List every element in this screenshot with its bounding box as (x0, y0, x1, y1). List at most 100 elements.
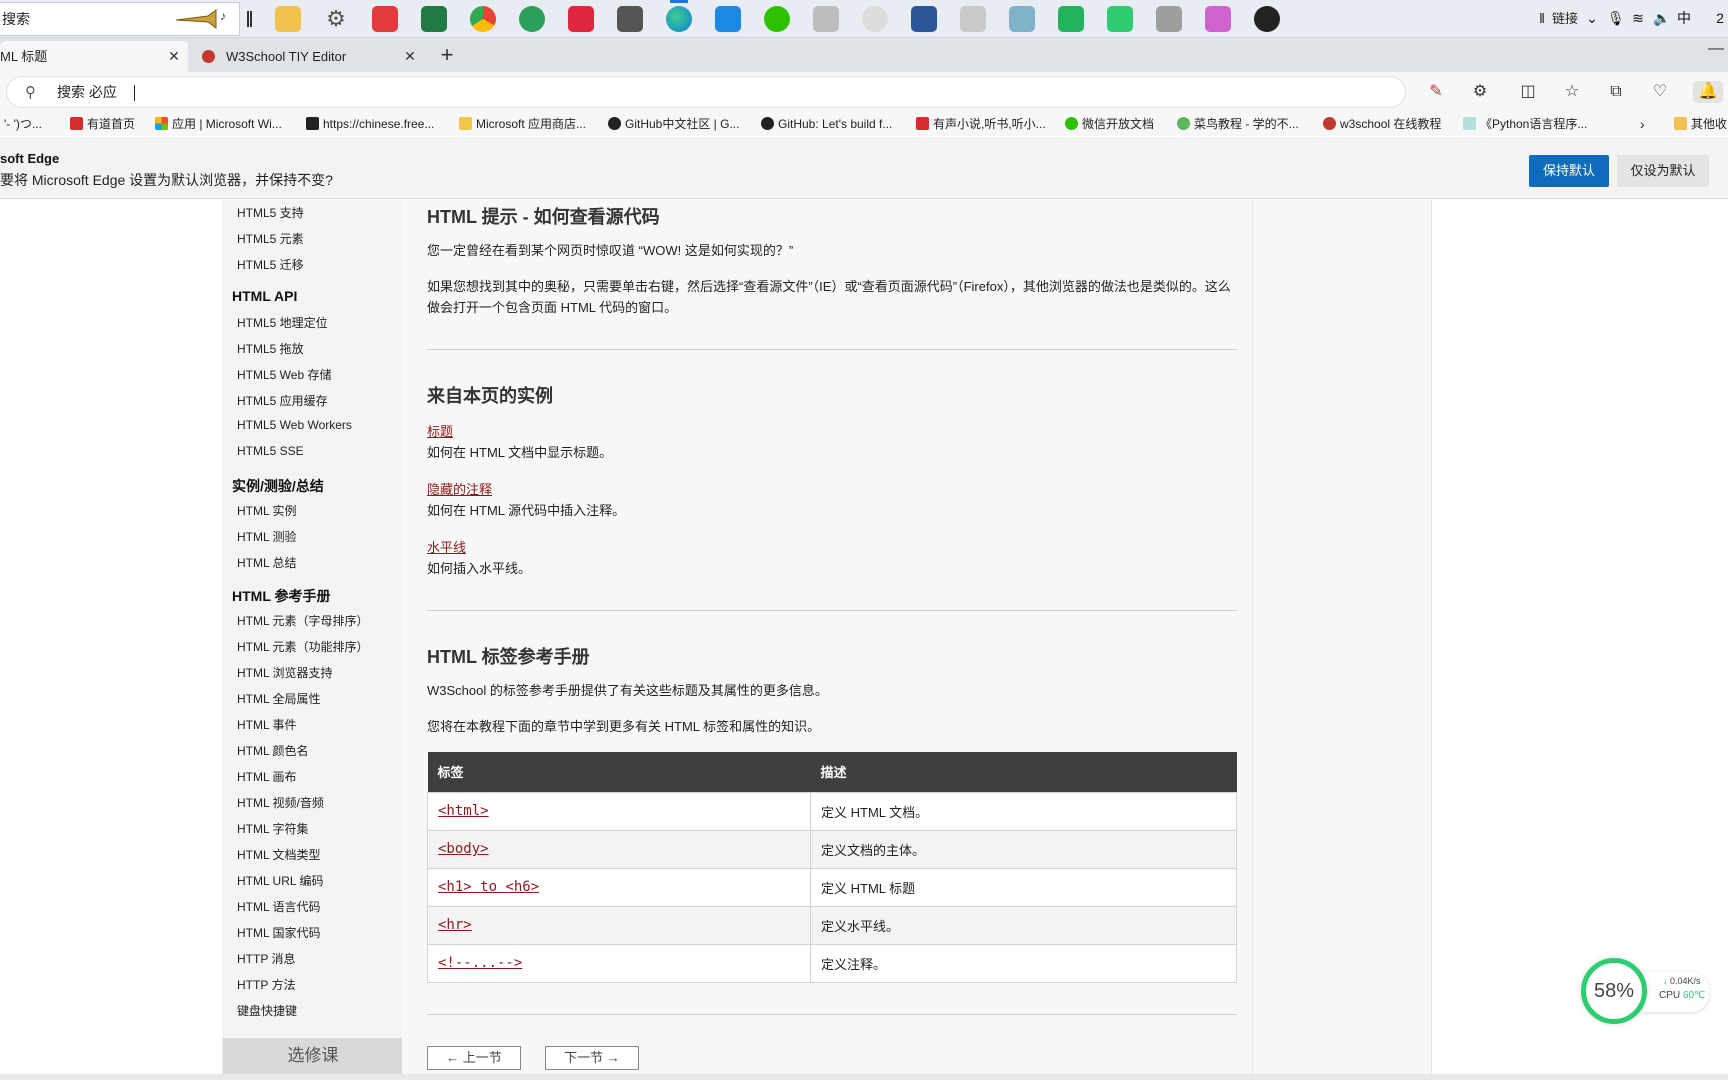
favorites-icon[interactable]: ☆ (1561, 81, 1583, 103)
sidebar-item[interactable]: HTML 字符集 (237, 820, 309, 837)
collections-icon[interactable]: ⧉ (1605, 81, 1627, 103)
bookmark-item[interactable]: GitHub: Let's build f... (761, 112, 892, 136)
paint-icon[interactable] (813, 6, 839, 32)
split-screen-icon[interactable]: ◫ (1517, 81, 1539, 103)
sidebar-item[interactable]: HTTP 方法 (237, 976, 295, 993)
clock[interactable]: 2 (1712, 10, 1728, 26)
terminal-icon[interactable] (1107, 6, 1133, 32)
sidebar-item[interactable]: 键盘快捷键 (237, 1002, 297, 1019)
record-icon[interactable] (1254, 6, 1280, 32)
chevron-down-icon[interactable]: ⌄ (1584, 10, 1600, 26)
bookmark-item[interactable]: 有道首页 (70, 112, 135, 136)
excel-icon[interactable] (421, 6, 447, 32)
youdao-icon[interactable] (568, 6, 594, 32)
sidebar-item[interactable]: HTML5 迁移 (237, 256, 304, 273)
tab-tiy-editor[interactable]: W3School TIY Editor ✕ (196, 41, 424, 72)
notifications-bell-icon[interactable]: 🔔 (1693, 81, 1723, 103)
set-default-only-button[interactable]: 仅设为默认 (1617, 155, 1709, 187)
sidebar-item[interactable]: HTML 测验 (237, 528, 297, 545)
sidebar-item[interactable]: HTML 全局属性 (237, 690, 321, 707)
chevron-right-icon[interactable]: › (1640, 112, 1645, 136)
extensions-icon[interactable]: ⚙ (1469, 81, 1491, 103)
recorder-icon[interactable] (1205, 6, 1231, 32)
sidebar-item[interactable]: HTML 事件 (237, 716, 297, 733)
elective-course-label[interactable]: 选修课 (223, 1038, 403, 1074)
wps-icon[interactable] (372, 6, 398, 32)
chrome-icon[interactable] (470, 6, 496, 32)
example-link-comments[interactable]: 隐藏的注释 (427, 479, 492, 498)
bookmark-item[interactable]: 《Python语言程序... (1463, 112, 1587, 136)
bookmark-item[interactable]: '- ')つ... (4, 112, 42, 136)
sidebar-item[interactable]: HTML5 Web 存储 (237, 366, 331, 383)
sidebar-item[interactable]: HTML 文档类型 (237, 846, 321, 863)
sidebar-item[interactable]: HTML5 支持 (237, 204, 304, 221)
close-tab-icon[interactable]: ✕ (166, 41, 182, 72)
sidebar-item[interactable]: HTML5 Web Workers (237, 418, 352, 432)
file-explorer-icon[interactable] (275, 6, 301, 32)
hbuilder-icon[interactable] (1058, 6, 1084, 32)
tray-links[interactable]: 链接 (1552, 0, 1578, 38)
sidebar-item[interactable]: HTML5 拖放 (237, 340, 304, 357)
evernote-icon[interactable] (519, 6, 545, 32)
example-desc: 如何插入水平线。 (427, 561, 532, 576)
wechat-icon[interactable] (764, 6, 790, 32)
chat-icon[interactable] (862, 6, 888, 32)
notes-icon[interactable] (1009, 6, 1035, 32)
sidebar-item[interactable]: HTML5 SSE (237, 444, 304, 458)
bookmark-item[interactable]: w3school 在线教程 (1323, 112, 1441, 136)
tag-link[interactable]: <html> (438, 803, 489, 819)
sidebar-item[interactable]: HTML 实例 (237, 502, 297, 519)
sidebar-item[interactable]: HTML URL 编码 (237, 872, 323, 889)
microphone-tray-icon[interactable]: 🎙 (1607, 10, 1625, 26)
ime-indicator[interactable]: 中 (1676, 10, 1692, 26)
bookmark-item[interactable]: https://chinese.free... (306, 112, 434, 136)
keep-default-button[interactable]: 保持默认 (1529, 155, 1609, 187)
tool-icon[interactable] (960, 6, 986, 32)
sidebar-item[interactable]: HTTP 消息 (237, 950, 295, 967)
sidebar-item[interactable]: HTML 国家代码 (237, 924, 321, 941)
sidebar-item[interactable]: HTML 颜色名 (237, 742, 309, 759)
vscode-icon[interactable] (715, 6, 741, 32)
bookmark-item[interactable]: 有声小说,听书,听小... (916, 112, 1046, 136)
tag-link[interactable]: <!--...--> (438, 955, 522, 971)
wifi-icon[interactable]: ≋ (1630, 10, 1646, 26)
bookmark-folder[interactable]: 其他收 (1674, 112, 1727, 136)
tab-html-headings[interactable]: ML 标题 ✕ (0, 41, 188, 72)
sidebar-item[interactable]: HTML5 地理定位 (237, 314, 328, 331)
next-section-button[interactable]: 下一节 → (545, 1046, 639, 1070)
close-tab-icon[interactable]: ✕ (402, 41, 418, 72)
sidebar-item[interactable]: HTML5 应用缓存 (237, 392, 328, 409)
previous-section-button[interactable]: ← 上一节 (427, 1046, 521, 1070)
word-icon[interactable] (911, 6, 937, 32)
volume-icon[interactable]: 🔈 (1653, 10, 1670, 26)
address-bar[interactable]: ⚲ 搜索 必应 (6, 76, 1406, 108)
memory-usage-gauge[interactable]: 58% (1581, 958, 1647, 1024)
performance-icon[interactable]: ♡ (1649, 81, 1671, 103)
sidebar-item[interactable]: HTML 画布 (237, 768, 297, 785)
tag-link[interactable]: <hr> (438, 917, 472, 933)
bookmark-item[interactable]: GitHub中文社区 | G... (608, 112, 739, 136)
tag-link[interactable]: <body> (438, 841, 489, 857)
bookmark-item[interactable]: 菜鸟教程 - 学的不... (1177, 112, 1299, 136)
new-tab-plus-icon[interactable]: + (437, 41, 457, 69)
sidebar-item[interactable]: HTML 语言代码 (237, 898, 321, 915)
sidebar-item[interactable]: HTML 元素（字母排序） (237, 612, 369, 629)
microphone-icon[interactable] (1156, 6, 1182, 32)
settings-gear-icon[interactable]: ⚙ (323, 6, 349, 32)
tip-paragraph-1: 您一定曾经在看到某个网页时惊叹道 “WOW! 这是如何实现的？” (427, 243, 794, 258)
bookmark-item[interactable]: 微信开放文档 (1065, 112, 1154, 136)
sublime-icon[interactable] (617, 6, 643, 32)
tag-link[interactable]: <h1> to <h6> (438, 879, 539, 895)
sidebar-item[interactable]: HTML 视频/音频 (237, 794, 324, 811)
sidebar-item[interactable]: HTML 浏览器支持 (237, 664, 333, 681)
sidebar-item[interactable]: HTML 元素（功能排序） (237, 638, 369, 655)
sidebar-item[interactable]: HTML 总结 (237, 554, 297, 571)
bookmark-item[interactable]: Microsoft 应用商店... (459, 112, 586, 136)
example-link-hr[interactable]: 水平线 (427, 537, 466, 556)
edge-icon[interactable] (666, 0, 692, 32)
minimize-window-icon[interactable]: — (1708, 40, 1724, 58)
bookmark-item[interactable]: 应用 | Microsoft Wi... (155, 112, 282, 136)
example-link-headings[interactable]: 标题 (427, 421, 453, 440)
pdf-extension-icon[interactable]: ✎ (1425, 81, 1447, 103)
sidebar-item[interactable]: HTML5 元素 (237, 230, 304, 247)
